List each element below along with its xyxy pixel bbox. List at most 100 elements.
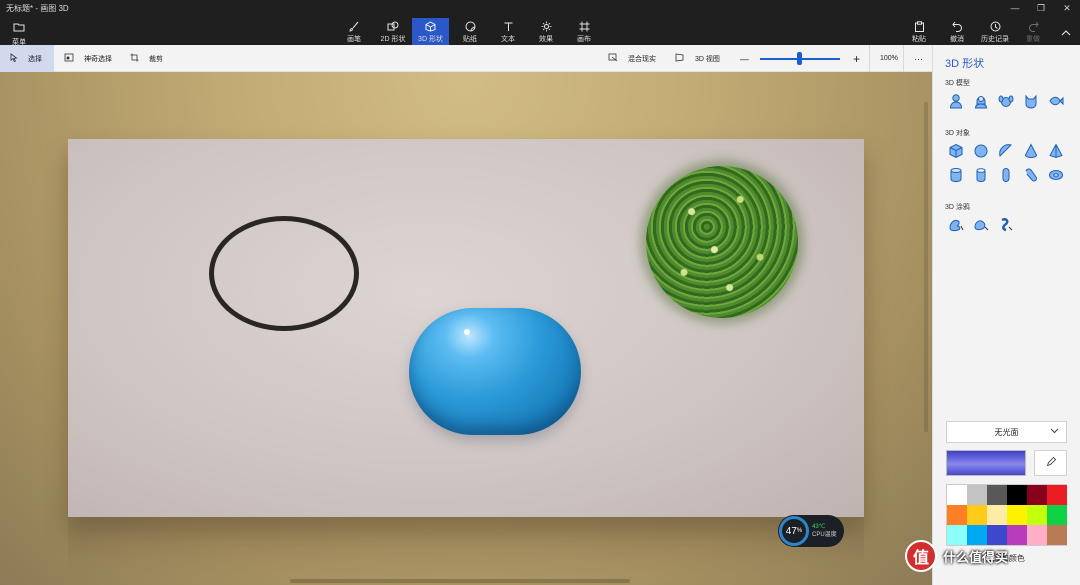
workspace[interactable]: 47% 43℃ CPU温度	[0, 72, 932, 585]
color-swatch-6[interactable]	[947, 505, 967, 525]
color-swatch-16[interactable]	[1027, 525, 1047, 545]
canvas-icon	[578, 20, 590, 32]
color-swatch-11[interactable]	[1047, 505, 1067, 525]
soft-edge-doodle-icon[interactable]	[972, 216, 989, 233]
folder-icon	[13, 19, 25, 37]
redo-button[interactable]: 重做	[1022, 18, 1044, 45]
color-swatch-2[interactable]	[987, 485, 1007, 505]
hemisphere-shape-icon[interactable]	[997, 142, 1014, 159]
man-model-icon[interactable]	[947, 92, 964, 109]
objects-row-1	[947, 142, 1064, 159]
more-options-button[interactable]: ···	[903, 45, 933, 72]
color-swatch-8[interactable]	[987, 505, 1007, 525]
zoom-slider-thumb[interactable]	[797, 52, 802, 65]
chevron-up-icon	[1060, 26, 1072, 38]
color-palette	[946, 484, 1067, 546]
clipboard-icon	[913, 20, 925, 32]
tube-shape-icon[interactable]	[972, 166, 989, 183]
objects-row-2	[947, 166, 1064, 183]
cat-model-icon[interactable]	[1022, 92, 1039, 109]
cpu-monitor-widget: 47% 43℃ CPU温度	[778, 515, 844, 547]
objects-section-label: 3D 对象	[945, 130, 970, 137]
text-icon	[502, 20, 514, 32]
dog-model-icon[interactable]	[997, 92, 1014, 109]
tool-3d-shapes[interactable]: 3D 形状	[412, 18, 449, 45]
color-swatch-9[interactable]	[1007, 505, 1027, 525]
restore-button[interactable]: ❐	[1028, 0, 1054, 16]
right-panel: 3D 形状 3D 模型 3D 对象 3D 涂鸦 无光面 + 添加颜色	[932, 45, 1080, 585]
tube-doodle-icon[interactable]	[997, 216, 1014, 233]
menu-button[interactable]: 菜单	[6, 19, 32, 46]
minimize-button[interactable]: —	[1002, 0, 1028, 16]
undo-button[interactable]: 撤消	[946, 18, 968, 45]
redo-icon	[1027, 20, 1039, 32]
close-button[interactable]: ✕	[1054, 0, 1080, 16]
mixed-reality-button[interactable]: 混合现实	[598, 45, 666, 72]
eyedropper-icon	[1046, 454, 1056, 472]
tool-canvas[interactable]: 画布	[574, 18, 594, 45]
select-button[interactable]: 选择	[0, 45, 54, 72]
canvas[interactable]	[68, 139, 864, 517]
curved-tube-shape-icon[interactable]	[1022, 166, 1039, 183]
eyedropper-button[interactable]	[1034, 450, 1067, 476]
woman-model-icon[interactable]	[972, 92, 989, 109]
mixed-reality-icon	[608, 53, 618, 64]
material-finish-dropdown[interactable]: 无光面	[946, 421, 1067, 443]
tool-effects[interactable]: 效果	[536, 18, 556, 45]
3d-view-button[interactable]: 3D 视图	[665, 45, 730, 72]
cursor-icon	[10, 53, 18, 64]
sun-icon	[540, 20, 552, 32]
watermark: 值 什么值得买	[905, 540, 1008, 572]
sharp-edge-doodle-icon[interactable]	[947, 216, 964, 233]
models-row	[947, 92, 1064, 109]
watermark-logo: 值	[905, 540, 937, 572]
color-swatch-5[interactable]	[1047, 485, 1067, 505]
crop-icon	[130, 53, 139, 64]
color-swatch-7[interactable]	[967, 505, 987, 525]
current-color-swatch[interactable]	[946, 450, 1026, 476]
plant-sticker-circle[interactable]	[646, 166, 798, 318]
secondary-toolbar: 选择 神奇选择 裁剪 混合现实 3D 视图 — + 100% ···	[0, 45, 932, 72]
color-swatch-1[interactable]	[967, 485, 987, 505]
magic-select-button[interactable]: 神奇选择	[54, 45, 122, 72]
crop-button[interactable]: 裁剪	[120, 45, 173, 72]
doodle-row	[947, 216, 1014, 233]
paste-button[interactable]: 粘贴	[908, 18, 930, 45]
top-bar: 无标题* - 画图 3D — ❐ ✕ 菜单 画笔 2D 形状 3D 形状 贴纸 …	[0, 0, 1080, 46]
color-swatch-0[interactable]	[947, 485, 967, 505]
cube-icon	[425, 20, 437, 32]
color-swatch-15[interactable]	[1007, 525, 1027, 545]
capsule-highlight	[464, 329, 470, 335]
fish-model-icon[interactable]	[1047, 92, 1064, 109]
horizontal-scrollbar[interactable]	[290, 579, 630, 583]
pyramid-shape-icon[interactable]	[1047, 142, 1064, 159]
zoom-in-button[interactable]: +	[843, 45, 870, 72]
2d-shapes-icon	[387, 20, 399, 32]
3d-view-icon	[675, 53, 685, 64]
cube-shape-icon[interactable]	[947, 142, 964, 159]
tool-2d-shapes[interactable]: 2D 形状	[378, 18, 408, 45]
tool-stickers[interactable]: 贴纸	[460, 18, 480, 45]
tool-text[interactable]: 文本	[498, 18, 518, 45]
window-controls: — ❐ ✕	[1002, 0, 1080, 16]
history-icon	[989, 20, 1001, 32]
tool-brushes[interactable]: 画笔	[343, 18, 365, 45]
2d-ellipse-shape[interactable]	[209, 216, 359, 331]
zoom-out-button[interactable]: —	[730, 45, 759, 72]
donut-shape-icon[interactable]	[1047, 166, 1064, 183]
color-swatch-10[interactable]	[1027, 505, 1047, 525]
cylinder-shape-icon[interactable]	[947, 166, 964, 183]
doodle-section-label: 3D 涂鸦	[945, 204, 970, 211]
sticker-icon	[464, 20, 476, 32]
vertical-scrollbar[interactable]	[924, 102, 928, 432]
color-swatch-17[interactable]	[1047, 525, 1067, 545]
sphere-shape-icon[interactable]	[972, 142, 989, 159]
cone-shape-icon[interactable]	[1022, 142, 1039, 159]
color-swatch-4[interactable]	[1027, 485, 1047, 505]
collapse-ribbon-button[interactable]	[1058, 18, 1074, 45]
capsule-shape-icon[interactable]	[997, 166, 1014, 183]
3d-capsule-object[interactable]	[409, 308, 581, 435]
history-button[interactable]: 历史记录	[980, 18, 1010, 45]
models-section-label: 3D 模型	[945, 80, 970, 87]
color-swatch-3[interactable]	[1007, 485, 1027, 505]
